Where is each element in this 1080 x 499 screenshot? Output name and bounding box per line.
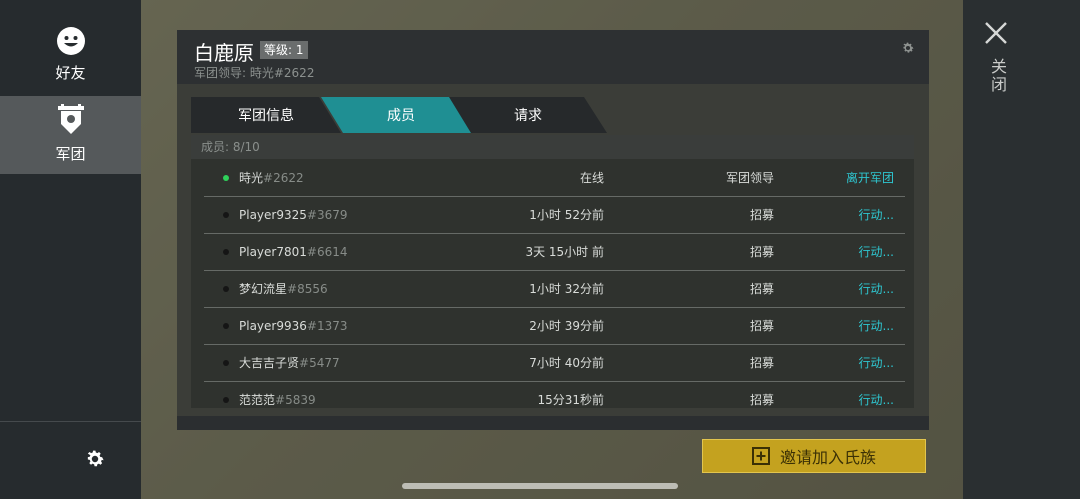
last-online: 3天 15小时 前: [525, 245, 604, 259]
close-icon: [983, 22, 1009, 50]
plus-box-icon: [751, 447, 770, 465]
member-role: 招募: [749, 356, 774, 370]
leave-clan-link[interactable]: 离开军团: [804, 160, 894, 196]
nav-clan[interactable]: 军团: [0, 96, 141, 174]
member-role: 招募: [749, 319, 774, 333]
table-row: Player9325#3679 1小时 52分前 招募 行动...: [204, 197, 905, 234]
last-online: 1小时 52分前: [529, 208, 604, 222]
invite-label: 邀请加入氏族: [779, 448, 876, 467]
last-online: 15分31秒前: [537, 393, 604, 407]
last-online: 在线: [579, 171, 604, 185]
member-role: 招募: [749, 245, 774, 259]
member-action-link[interactable]: 行动...: [804, 308, 894, 344]
tab-requests[interactable]: 请求: [449, 97, 607, 133]
invite-to-clan-button[interactable]: 邀请加入氏族: [702, 439, 926, 473]
offline-status-dot: [223, 249, 229, 255]
member-action-link[interactable]: 行动...: [804, 382, 894, 408]
table-row: 范范范#5839 15分31秒前 招募 行动...: [204, 382, 905, 408]
member-action-link[interactable]: 行动...: [804, 271, 894, 307]
close-label[interactable]: 关闭: [987, 58, 1007, 94]
nav-friends-label: 好友: [55, 63, 86, 82]
member-role: 军团领导: [725, 171, 774, 185]
member-count: 成员: 8/10: [191, 135, 914, 159]
member-action-link[interactable]: 行动...: [804, 234, 894, 270]
table-row: Player9936#1373 2小时 39分前 招募 行动...: [204, 308, 905, 345]
clan-settings-button[interactable]: [901, 40, 917, 56]
table-row: 梦幻流星#8556 1小时 32分前 招募 行动...: [204, 271, 905, 308]
table-row: Player7801#6614 3天 15小时 前 招募 行动...: [204, 234, 905, 271]
nav-clan-label: 军团: [55, 144, 86, 163]
right-strip: [963, 0, 1080, 499]
last-online: 1小时 32分前: [529, 282, 604, 296]
home-indicator[interactable]: [402, 483, 678, 489]
member-name: Player7801#6614: [239, 245, 348, 259]
clan-leader: 军团领导: 時光#2622: [194, 66, 315, 80]
panel-header: 白鹿原 等级: 1 军团领导: 時光#2622: [177, 30, 929, 84]
offline-status-dot: [223, 212, 229, 218]
clan-banner-icon: [56, 103, 86, 137]
gear-icon: [901, 40, 915, 59]
last-online: 7小时 40分前: [529, 356, 604, 370]
nav-divider: [0, 421, 141, 422]
member-action-link[interactable]: 行动...: [804, 197, 894, 233]
member-role: 招募: [749, 393, 774, 407]
member-name: 大吉吉子贤#5477: [239, 356, 340, 370]
table-row: 大吉吉子贤#5477 7小时 40分前 招募 行动...: [204, 345, 905, 382]
smiley-icon: [56, 26, 86, 56]
level-badge: 等级: 1: [260, 41, 308, 59]
last-online: 2小时 39分前: [529, 319, 604, 333]
member-name: Player9936#1373: [239, 319, 348, 333]
online-status-dot: [223, 175, 229, 181]
member-name: Player9325#3679: [239, 208, 348, 222]
left-nav: 好友 军团: [0, 0, 141, 499]
member-role: 招募: [749, 282, 774, 296]
close-button[interactable]: [983, 20, 1011, 48]
member-name: 范范范#5839: [239, 393, 316, 407]
member-action-link[interactable]: 行动...: [804, 345, 894, 381]
member-name: 梦幻流星#8556: [239, 282, 328, 296]
member-role: 招募: [749, 208, 774, 222]
panel-footer: [177, 416, 929, 430]
members-table[interactable]: 成员: 8/10 時光#2622 在线 军团领导 离开军团 Player9325…: [191, 135, 914, 408]
offline-status-dot: [223, 286, 229, 292]
gear-icon: [84, 448, 106, 474]
member-name: 時光#2622: [239, 171, 304, 185]
offline-status-dot: [223, 323, 229, 329]
offline-status-dot: [223, 397, 229, 403]
clan-panel: 白鹿原 等级: 1 军团领导: 時光#2622 军团信息 成员 请求 成员: 8…: [177, 30, 929, 430]
nav-friends[interactable]: 好友: [0, 16, 141, 92]
offline-status-dot: [223, 360, 229, 366]
settings-button[interactable]: [80, 446, 110, 476]
clan-name: 白鹿原: [194, 41, 254, 65]
tab-clan-info[interactable]: 军团信息: [191, 97, 341, 133]
table-row: 時光#2622 在线 军团领导 离开军团: [204, 160, 905, 197]
